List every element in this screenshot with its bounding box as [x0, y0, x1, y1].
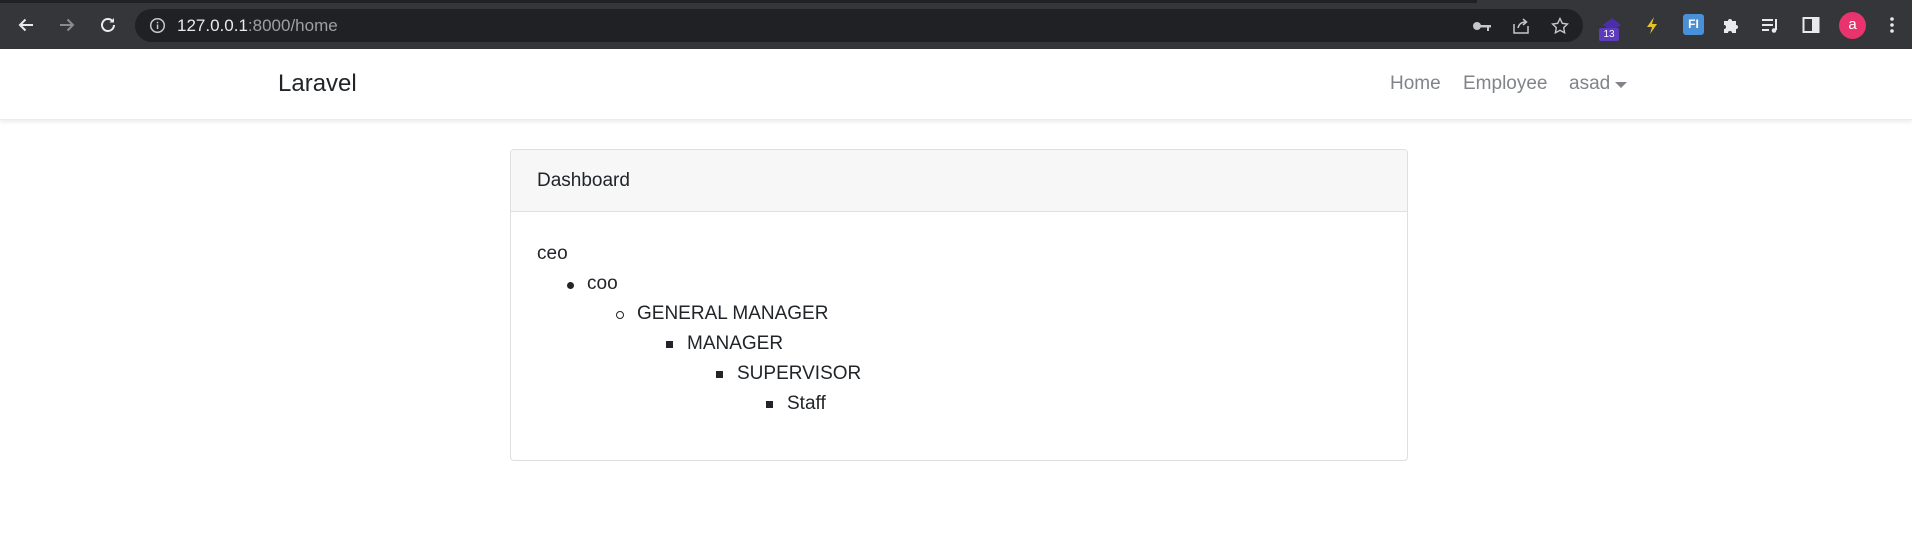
extensions-puzzle-icon[interactable] [1720, 14, 1742, 36]
lightning-extension-icon[interactable] [1641, 14, 1663, 36]
hierarchy-level-2: GENERAL MANAGER [637, 303, 829, 324]
extension-badge: 13 [1599, 28, 1619, 41]
hierarchy-level-3: MANAGER [687, 333, 784, 354]
site-info-icon[interactable] [149, 17, 166, 34]
profile-avatar[interactable]: a [1839, 12, 1866, 39]
hierarchy-level-4: SUPERVISOR [737, 363, 862, 384]
bookmark-star-icon[interactable] [1550, 16, 1570, 35]
browser-toolbar: 127.0.0.1:8000/home 13 FI a [0, 0, 1912, 49]
brand-link[interactable]: Laravel [278, 70, 357, 98]
url-host: 127.0.0.1 [177, 16, 248, 35]
app-navbar: Laravel Home Employee asad [0, 49, 1912, 120]
address-bar[interactable]: 127.0.0.1:8000/home [135, 9, 1583, 42]
bullet-square-icon [716, 371, 723, 378]
dashboard-card: Dashboard ceo coo GENERAL MANAGER MANAGE… [510, 149, 1408, 461]
media-queue-icon[interactable] [1759, 14, 1781, 36]
bullet-disc-icon [567, 282, 574, 289]
url-path: :8000/home [247, 16, 338, 35]
reload-icon[interactable] [94, 12, 122, 38]
hierarchy-level-1: coo [587, 273, 618, 294]
hierarchy-root: ceo [537, 243, 568, 264]
nav-link-home[interactable]: Home [1390, 73, 1441, 95]
back-icon[interactable] [12, 12, 40, 38]
tab-strip-edge [0, 0, 1912, 3]
card-header: Dashboard [511, 150, 1407, 212]
hierarchy-level-5: Staff [787, 393, 826, 414]
fi-extension-icon[interactable]: FI [1683, 14, 1704, 35]
card-title: Dashboard [537, 170, 630, 191]
nav-link-employee[interactable]: Employee [1463, 73, 1548, 95]
key-icon[interactable] [1472, 17, 1491, 35]
chevron-down-icon[interactable] [1615, 82, 1627, 88]
menu-kebab-icon[interactable] [1881, 14, 1903, 36]
url-text[interactable]: 127.0.0.1:8000/home [177, 16, 338, 36]
bullet-square-icon [766, 401, 773, 408]
bullet-circle-icon [616, 311, 624, 319]
side-panel-icon[interactable] [1800, 14, 1822, 36]
user-dropdown-toggle[interactable]: asad [1569, 73, 1610, 95]
bullet-square-icon [666, 341, 673, 348]
share-icon[interactable] [1512, 17, 1530, 35]
forward-icon[interactable] [53, 12, 81, 38]
